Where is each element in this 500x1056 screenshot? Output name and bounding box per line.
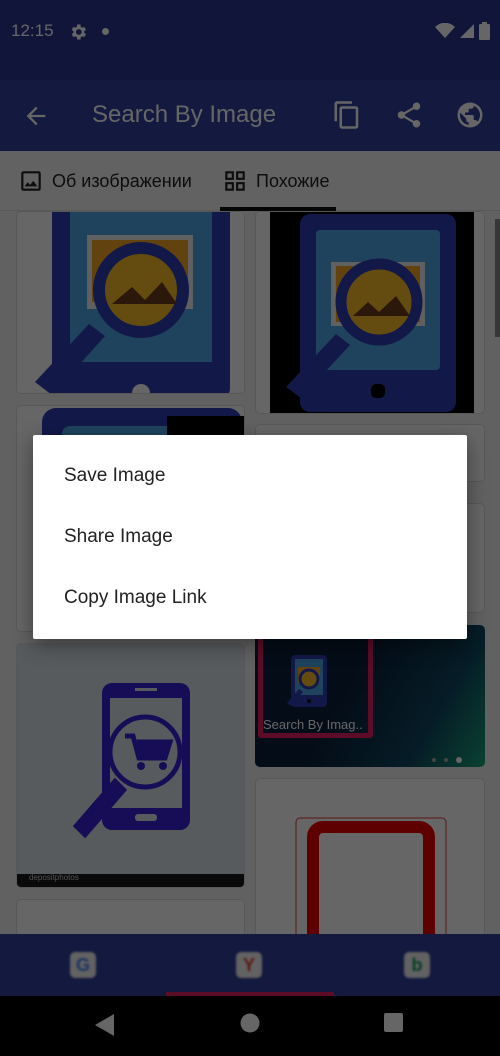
save-image-option[interactable]: Save Image xyxy=(33,445,467,506)
screen: 12:15 Search By Image xyxy=(0,0,500,1056)
image-context-menu: Save Image Share Image Copy Image Link xyxy=(33,435,467,639)
copy-image-link-option[interactable]: Copy Image Link xyxy=(33,567,467,628)
share-image-option[interactable]: Share Image xyxy=(33,506,467,567)
